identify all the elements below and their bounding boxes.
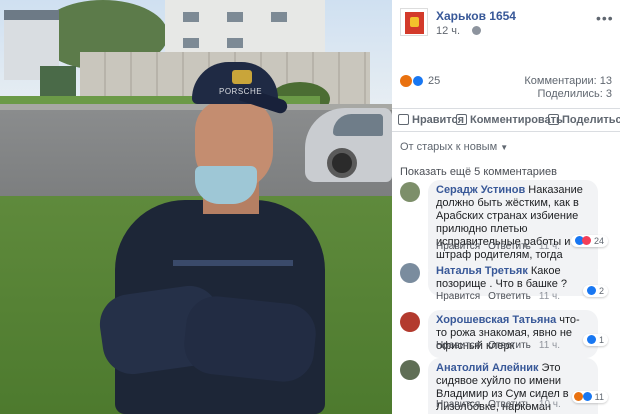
avatar[interactable]	[400, 182, 420, 202]
comment: Анатолий Алейник Это сидявое хуйло по име…	[400, 358, 612, 414]
comment-reactions-count: 2	[598, 286, 604, 296]
car-window	[333, 114, 383, 136]
comment-icon	[456, 114, 467, 125]
comment-reply-link[interactable]: Ответить	[488, 291, 531, 302]
comment-meta: Нравится Ответить 10 ч.	[436, 399, 561, 410]
window	[271, 12, 287, 22]
cap-text: PORSCHE	[219, 87, 263, 96]
like-reaction-icon	[587, 335, 597, 344]
like-button[interactable]: Нравится	[398, 114, 464, 126]
comment-time[interactable]: 10 ч.	[539, 399, 561, 410]
shares-count-link[interactable]: Поделились: 3	[537, 88, 612, 100]
building	[165, 0, 325, 58]
comment-author[interactable]: Хорошевская Татьяна	[436, 314, 556, 326]
comment-meta: Нравится Ответить 11 ч.	[436, 340, 560, 351]
post-actions: Нравится Комментировать Поделиться	[392, 108, 620, 132]
window	[227, 12, 243, 22]
more-options-icon[interactable]: •••	[596, 10, 614, 26]
share-button-label: Поделиться	[562, 114, 620, 126]
comment-reactions-count: 11	[594, 392, 604, 402]
comment-time[interactable]: 11 ч.	[539, 241, 560, 252]
comment-author[interactable]: Сeрадж Устинов	[436, 184, 525, 196]
comment-meta: Нравится Ответить 11 ч.	[436, 241, 560, 252]
comment-author[interactable]: Анатолий Алейник	[436, 362, 539, 374]
comment-reactions[interactable]: 2	[583, 285, 608, 297]
like-reaction-icon	[587, 286, 597, 295]
comment-like-link[interactable]: Нравится	[436, 399, 480, 410]
person: PORSCHE	[95, 60, 325, 414]
window	[183, 38, 199, 48]
comment-reactions-count: 1	[598, 335, 604, 345]
comment-time[interactable]: 11 ч.	[539, 340, 560, 351]
comment: Наталья Третьяк Какое позорище . Что в ба…	[400, 261, 612, 302]
arm	[181, 293, 319, 385]
cap-badge	[232, 70, 252, 84]
comment-reactions[interactable]: 24	[571, 235, 608, 247]
chevron-down-icon: ▼	[500, 143, 509, 152]
thumbs-up-icon	[398, 114, 409, 125]
avatar[interactable]	[400, 312, 420, 332]
comment-sort-dropdown[interactable]: От старых к новым ▼	[400, 141, 508, 153]
show-more-comments-link[interactable]: Показать ещё 5 комментариев	[400, 166, 557, 178]
avatar[interactable]	[400, 263, 420, 283]
love-reaction-icon	[582, 236, 592, 245]
comment-reply-link[interactable]: Ответить	[488, 241, 531, 252]
comment-like-link[interactable]: Нравится	[436, 241, 480, 252]
post-photo[interactable]: PORSCHE	[0, 0, 392, 414]
car-wheel	[327, 148, 357, 178]
like-reaction-icon	[583, 392, 593, 401]
comment-reactions-count: 24	[593, 236, 604, 246]
comment-time[interactable]: 11 ч.	[539, 291, 560, 302]
avatar-emblem	[410, 17, 419, 27]
jacket-stripe	[173, 260, 293, 266]
comment-meta: Нравится Ответить 11 ч.	[436, 291, 560, 302]
avatar[interactable]	[400, 360, 420, 380]
page-avatar[interactable]	[400, 8, 428, 36]
share-button[interactable]: Поделиться	[548, 114, 620, 126]
reactions-count: 25	[428, 75, 441, 87]
post-timestamp[interactable]: 12 ч.	[436, 25, 460, 37]
comment: Хорошевская Татьяна что-то рожа знакомая,…	[400, 310, 612, 358]
comment-like-link[interactable]: Нравится	[436, 291, 480, 302]
post-header: Харьков 1654 12 ч. •••	[400, 8, 614, 38]
page-name-link[interactable]: Харьков 1654	[436, 9, 516, 23]
comment-reply-link[interactable]: Ответить	[488, 399, 531, 410]
post-stats: 25 Комментарии: 13 Поделились: 3	[400, 74, 612, 104]
comment-reactions[interactable]: 11	[572, 391, 608, 403]
comment: Сeрадж Устинов Наказание должно быть жёст…	[400, 180, 612, 280]
face-mask	[195, 166, 257, 204]
share-icon	[548, 114, 559, 125]
angry-reaction-icon	[400, 75, 412, 87]
window	[183, 12, 199, 22]
comment-reactions[interactable]: 1	[583, 334, 608, 346]
post-panel: Харьков 1654 12 ч. ••• 25 Комментарии: 1…	[392, 0, 620, 414]
comment-button[interactable]: Комментировать	[456, 114, 563, 126]
globe-icon	[472, 26, 481, 35]
comment-author[interactable]: Наталья Третьяк	[436, 265, 528, 277]
sort-label: От старых к новым	[400, 141, 498, 153]
angry-reaction-icon	[574, 392, 584, 401]
comment-like-link[interactable]: Нравится	[436, 340, 480, 351]
comment-reply-link[interactable]: Ответить	[488, 340, 531, 351]
like-reaction-icon	[412, 75, 424, 87]
comments-count-link[interactable]: Комментарии: 13	[524, 75, 612, 87]
window	[227, 38, 243, 48]
